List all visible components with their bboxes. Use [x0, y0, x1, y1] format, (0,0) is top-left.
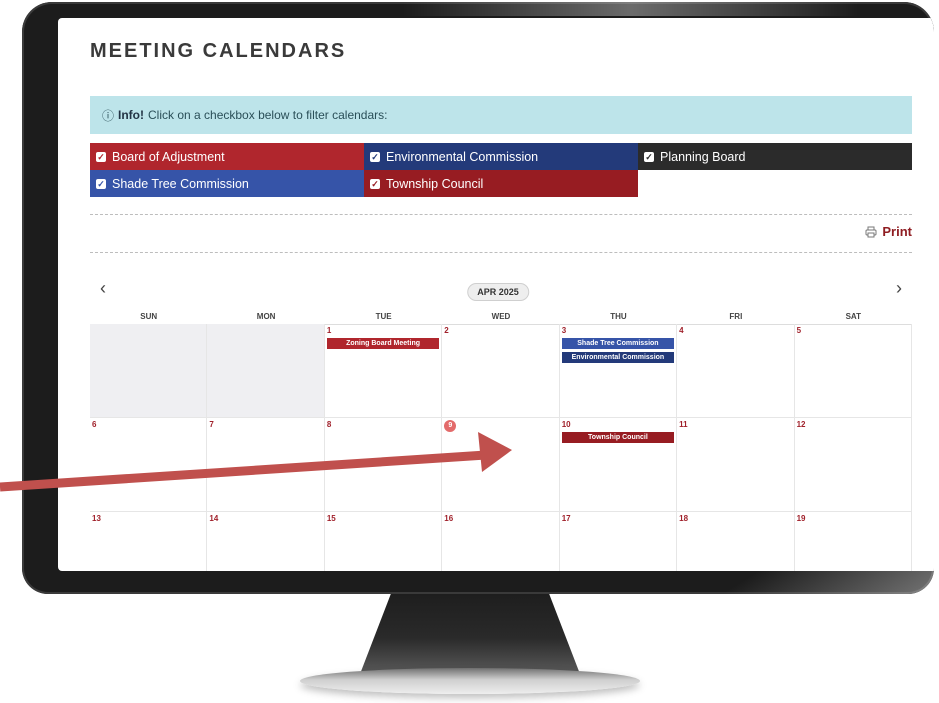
- pointer-arrow-shaft: [0, 450, 487, 492]
- pointer-arrow-head: [478, 432, 512, 472]
- pointer-arrow-icon: [0, 432, 512, 492]
